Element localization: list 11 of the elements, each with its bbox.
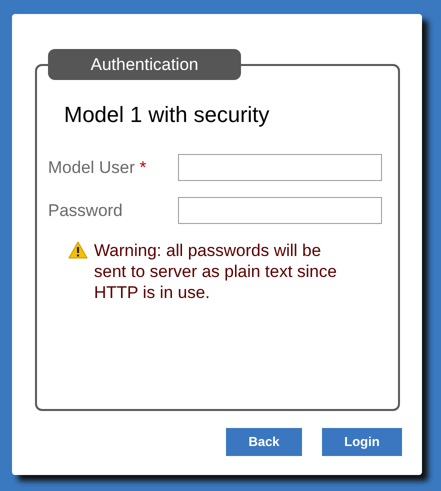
- panel-legend: Authentication: [48, 49, 241, 80]
- warning-text: Warning: all passwords will be sent to server as plain text since HTTP is in use.: [94, 240, 338, 304]
- required-mark: *: [140, 158, 146, 178]
- input-field[interactable]: [178, 197, 382, 224]
- back-button[interactable]: Back: [226, 428, 302, 456]
- panel-title: Model 1 with security: [64, 102, 270, 128]
- field-label: Model User: [48, 158, 135, 178]
- input-field[interactable]: [178, 154, 382, 182]
- warning-icon: [68, 241, 88, 260]
- field-label: Password: [48, 201, 123, 220]
- login-button[interactable]: Login: [322, 428, 402, 456]
